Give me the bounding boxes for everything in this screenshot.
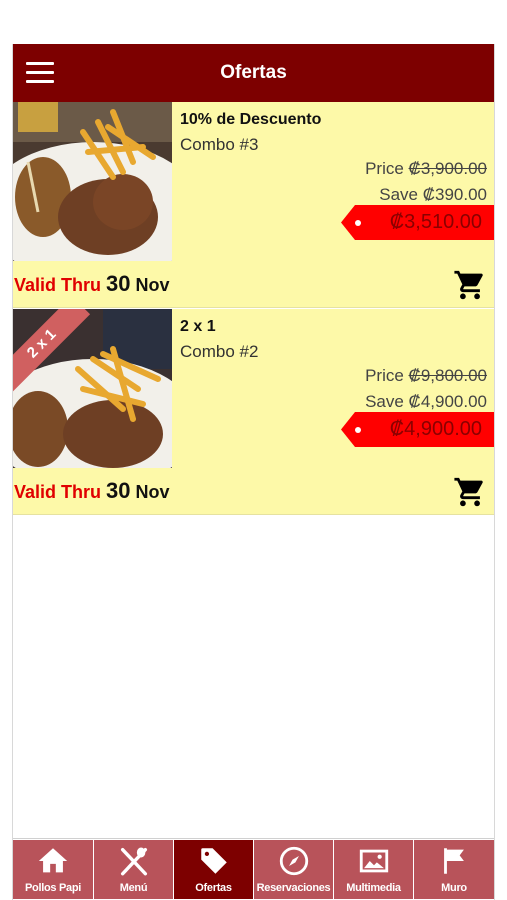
valid-thru: Valid Thru 30 Nov [14,271,170,297]
tab-pollos-papi[interactable]: Pollos Papi [13,840,94,899]
original-price: Price ₡3,900.00 [365,159,487,179]
home-icon [38,848,68,873]
tag-icon [200,848,227,874]
cart-icon[interactable] [453,268,487,302]
offer-combo: Combo #2 [180,342,259,361]
price-original: ₡3,900.00 [408,159,487,178]
valid-month: Nov [135,482,170,502]
offer-title: 10% de Descuento [180,111,322,128]
final-price: ₡4,900.00 [389,418,482,440]
food-photo [13,102,172,261]
valid-label: Valid Thru [14,482,102,502]
tab-label: Multimedia [346,882,401,894]
price-label: Price [365,366,404,385]
price-label: Price [365,159,404,178]
tab-muro[interactable]: Muro [414,840,494,899]
tag-hole-icon [355,220,361,226]
final-price-tag: ₡4,900.00 [341,412,494,447]
save-amount: ₡390.00 [422,185,487,204]
tab-reservaciones[interactable]: Reservaciones [254,840,334,899]
cart-icon[interactable] [453,475,487,509]
save-amount: ₡4,900.00 [408,392,487,411]
food-photo: 2 x 1 [13,309,172,468]
tab-label: Ofertas [195,882,232,894]
app-screen: Ofertas 10% de Descuento Combo #3 Price … [12,44,495,900]
bottom-tab-bar: Pollos Papi Menú Ofertas Reservaciones M… [13,838,494,900]
final-price: ₡3,510.00 [389,211,482,233]
tab-label: Reservaciones [256,882,331,894]
tab-menu[interactable]: Menú [94,840,174,899]
valid-month: Nov [135,275,170,295]
valid-label: Valid Thru [14,275,102,295]
save-label: Save [379,185,418,204]
save-label: Save [365,392,404,411]
tab-label: Muro [441,882,467,894]
page-title: Ofertas [220,62,287,83]
offer-combo: Combo #3 [180,135,259,154]
savings: Save ₡390.00 [379,185,487,205]
gallery-icon [359,849,388,873]
tab-label: Pollos Papi [25,882,81,894]
valid-day: 30 [106,478,131,503]
app-header: Ofertas [13,44,494,102]
tab-label: Menú [119,882,148,894]
valid-thru: Valid Thru 30 Nov [14,478,170,504]
flag-icon [444,848,464,874]
original-price: Price ₡9,800.00 [365,366,487,386]
compass-icon [279,846,308,876]
utensils-icon [120,847,147,876]
price-original: ₡9,800.00 [408,366,487,385]
offer-title: 2 x 1 [180,318,216,335]
offer-card[interactable]: 2 x 1 2 x 1 Combo #2 Price ₡9,800.00 Sav… [13,309,494,515]
final-price-tag: ₡3,510.00 [341,205,494,240]
savings: Save ₡4,900.00 [365,392,487,412]
offer-card[interactable]: 10% de Descuento Combo #3 Price ₡3,900.0… [13,102,494,308]
tab-ofertas[interactable]: Ofertas [174,840,254,899]
tag-hole-icon [355,427,361,433]
valid-day: 30 [106,271,131,296]
tab-multimedia[interactable]: Multimedia [334,840,414,899]
